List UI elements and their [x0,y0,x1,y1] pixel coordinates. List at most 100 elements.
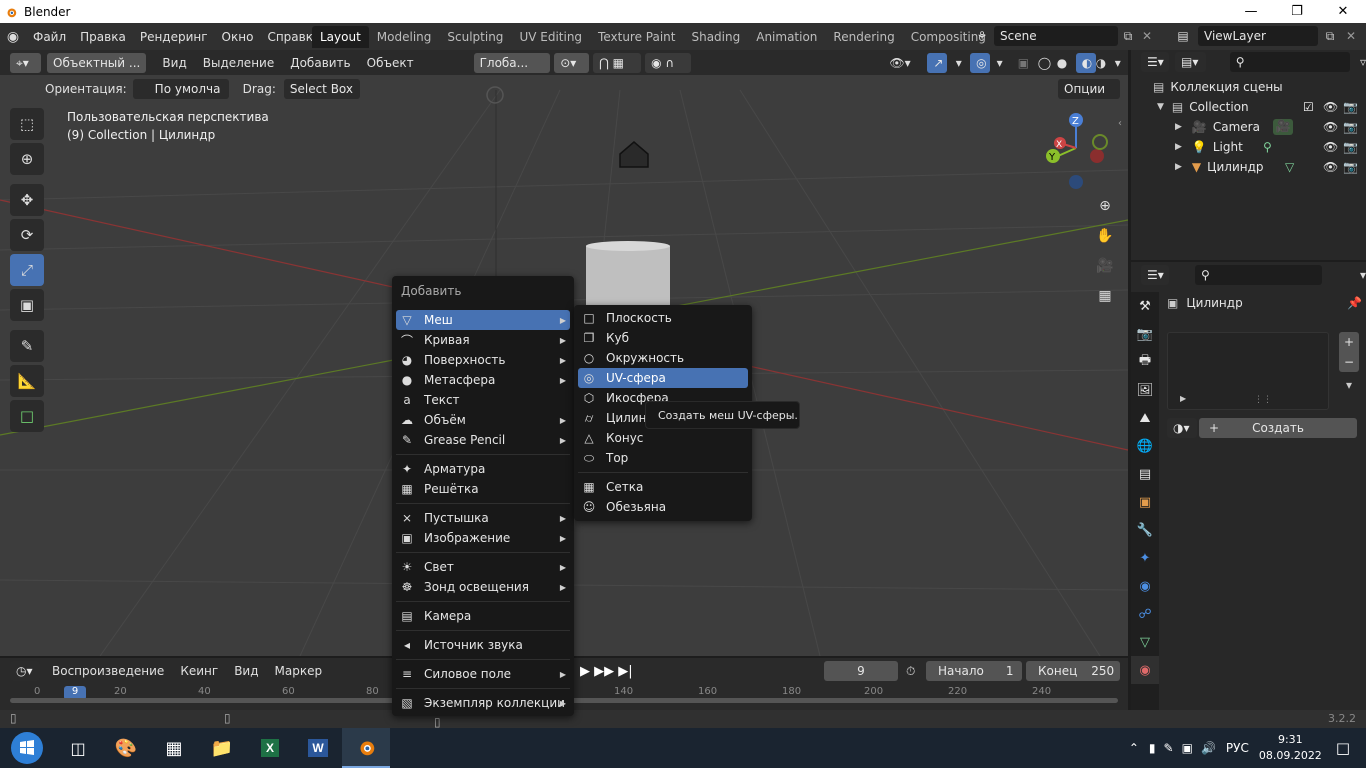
blender-taskbar-icon[interactable] [342,728,390,768]
tab-shading[interactable]: Shading [683,26,748,48]
maximize-button[interactable]: ❐ [1274,0,1320,23]
expand-arrow-icon[interactable]: ▶ [1180,394,1186,403]
menu-item-plane[interactable]: □ Плоскость [578,308,748,328]
expand-arrow-icon[interactable]: ▶ [1175,162,1182,172]
properties-editor-type-icon[interactable]: ☰▾ [1141,265,1169,285]
word-app-icon[interactable]: W [294,728,342,768]
timeline-editor-type-icon[interactable]: ◷▾ [10,661,40,681]
menu-item-armature[interactable]: ✦ Арматура [396,459,570,479]
add-slot-button[interactable]: + [1339,332,1359,352]
zoom-icon[interactable]: ⊕ [1092,193,1118,219]
notifications-icon[interactable]: □ [1336,739,1350,757]
select-box-tool-icon[interactable]: ⬚ [10,108,44,140]
outliner-camera-row[interactable]: ▶ 🎥 Camera 🎥 👁 📷 [1131,117,1366,137]
overlays-toggle-icon[interactable]: ◎ [970,52,991,73]
options-dropdown[interactable]: Опции [1058,78,1120,99]
blender-menu-icon[interactable]: ◉ [0,29,26,45]
annotate-tool-icon[interactable]: ✎ [10,330,44,362]
eye-icon[interactable]: 👁 [1323,140,1338,154]
tool-tab-icon[interactable]: ⚒ [1131,292,1159,320]
pivot-point-icon[interactable]: ⊙▾ [554,52,590,73]
menu-item-text[interactable]: a Текст [396,390,570,410]
volume-icon[interactable]: 🔊 [1201,741,1216,755]
current-frame-field[interactable]: 9 [824,661,898,681]
menu-file[interactable]: Файл [26,30,73,44]
paint-app-icon[interactable]: 🎨 [102,728,150,768]
outliner-display-mode-icon[interactable]: ▤▾ [1175,52,1206,72]
material-tab-icon[interactable]: ◉ [1131,656,1159,684]
render-tab-icon[interactable]: 📷 [1131,320,1159,348]
outliner-collection-row[interactable]: ▼ ▤ Collection ☑ 👁 📷 [1131,97,1366,117]
wireframe-shading-icon[interactable]: ◯ [1038,56,1057,70]
slot-specials-icon[interactable]: ▾ [1339,378,1359,398]
particles-tab-icon[interactable]: ✦ [1131,544,1159,572]
outliner-scene-collection[interactable]: ▤ Коллекция сцены [1131,77,1366,97]
proportional-edit-icon[interactable]: ◉ ∩ [645,52,692,73]
menu-render[interactable]: Рендеринг [133,30,215,44]
menu-item-grid[interactable]: ▦ Сетка [578,477,748,497]
camera-data-icon[interactable]: 🎥 [1273,119,1293,135]
render-camera-icon[interactable]: 📷 [1343,140,1358,154]
menu-item-cube[interactable]: ❐ Куб [578,328,748,348]
copy-scene-icon[interactable]: ⧉ [1118,29,1138,44]
minimize-button[interactable]: — [1228,0,1274,23]
mesh-data-icon[interactable]: ▽ [1285,160,1294,174]
menu-keying[interactable]: Кеинг [172,664,226,678]
menu-item-speaker[interactable]: ◂ Источник звука [396,635,570,655]
cursor-tool-icon[interactable]: ⊕ [10,143,44,175]
menu-item-metaball[interactable]: ● Метасфера ▶ [396,370,570,390]
eye-icon[interactable]: 👁 [1323,100,1338,114]
light-data-icon[interactable]: ⚲ [1263,140,1272,154]
camera-view-icon[interactable]: 🎥 [1092,253,1118,279]
measure-tool-icon[interactable]: 📐 [10,365,44,397]
tab-animation[interactable]: Animation [748,26,825,48]
material-slots-list[interactable]: ▶ ⋮⋮ [1167,332,1329,410]
menu-add[interactable]: Добавить [282,56,358,70]
tray-expand-icon[interactable]: ⌃ [1129,741,1139,755]
outliner-search-input[interactable]: ⚲ [1229,52,1350,72]
modifier-tab-icon[interactable]: 🔧 [1131,516,1159,544]
create-material-button[interactable]: + Создать [1199,418,1357,438]
menu-object[interactable]: Объект [359,56,422,70]
constraints-tab-icon[interactable]: ☍ [1131,600,1159,628]
menu-item-curve[interactable]: ⌒ Кривая ▶ [396,330,570,350]
outliner-cylinder-row[interactable]: ▶ ▼ Цилиндр ▽ 👁 📷 [1131,157,1366,177]
remove-slot-button[interactable]: − [1339,352,1359,372]
collection-tab-icon[interactable]: ▤ [1131,460,1159,488]
transform-orientation-select[interactable]: Глоба... [473,52,551,73]
calculator-app-icon[interactable]: ▦ [150,728,198,768]
object-tab-icon[interactable]: ▣ [1131,488,1159,516]
material-shading-icon[interactable]: ◐ [1075,52,1096,73]
menu-window[interactable]: Окно [215,30,261,44]
snapping-icon[interactable]: ⋂ ▦ [593,52,642,73]
pin-icon[interactable]: 📌 [1347,296,1362,310]
task-view-icon[interactable]: ◫ [54,728,102,768]
tab-sculpting[interactable]: Sculpting [439,26,511,48]
tab-texture-paint[interactable]: Texture Paint [590,26,683,48]
add-cube-tool-icon[interactable]: □ [10,400,44,432]
sidebar-toggle-icon[interactable]: ‹ [1118,118,1122,129]
render-camera-icon[interactable]: 📷 [1343,160,1358,174]
clock[interactable]: 9:31 08.09.2022 [1259,732,1322,764]
menu-item-cone[interactable]: △ Конус [578,428,748,448]
navigation-gizmo[interactable]: Z Y X [1038,108,1118,192]
menu-item-monkey[interactable]: ☺ Обезьяна [578,497,748,517]
language-indicator[interactable]: РУС [1226,741,1249,755]
tab-rendering[interactable]: Rendering [825,26,902,48]
excel-app-icon[interactable]: X [246,728,294,768]
battery-icon[interactable]: ▮ [1149,741,1156,755]
tab-uv-editing[interactable]: UV Editing [511,26,590,48]
rendered-shading-icon[interactable]: ◑ [1096,56,1115,70]
menu-item-light[interactable]: ☀ Свет ▶ [396,557,570,577]
collection-checkbox-icon[interactable]: ☑ [1303,100,1314,114]
physics-tab-icon[interactable]: ◉ [1131,572,1159,600]
menu-edit[interactable]: Правка [73,30,133,44]
menu-item-empty[interactable]: ⨯ Пустышка ▶ [396,508,570,528]
material-browse-icon[interactable]: ◑▾ [1167,418,1197,438]
start-button[interactable] [0,728,54,768]
stopwatch-icon[interactable]: ⏱ [906,664,915,679]
pan-hand-icon[interactable]: ✋ [1092,223,1118,249]
scene-tab-icon[interactable]: ⛰ [1131,404,1159,432]
file-explorer-icon[interactable]: 📁 [198,728,246,768]
view-layer-selector[interactable]: ▤ ViewLayer ⧉ ✕ [1168,25,1366,47]
